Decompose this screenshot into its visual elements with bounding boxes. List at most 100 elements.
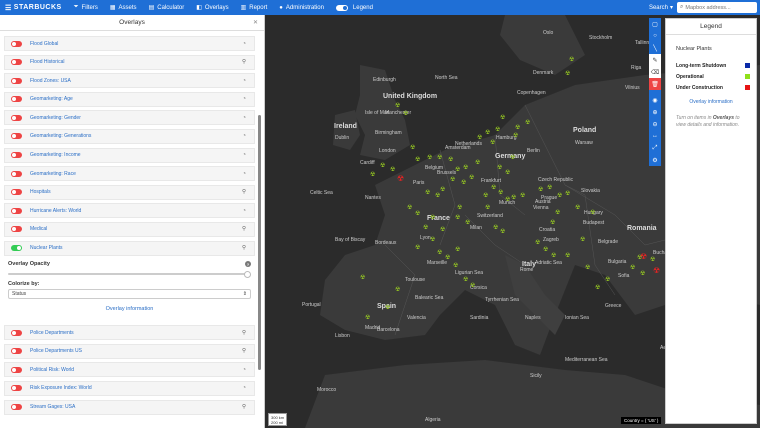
nuclear-plant-marker[interactable]: ☢ bbox=[580, 237, 585, 243]
nuclear-plant-marker[interactable]: ☢ bbox=[463, 277, 468, 283]
overlay-toggle[interactable] bbox=[11, 329, 22, 336]
search-dropdown[interactable]: Search ▾ bbox=[645, 4, 677, 12]
select-rect-tool[interactable]: ▢ bbox=[649, 18, 661, 30]
nuclear-plant-marker[interactable]: ☢ bbox=[513, 133, 518, 139]
nuclear-plant-construction-marker[interactable]: ☢ bbox=[653, 267, 660, 275]
nuclear-plant-marker[interactable]: ☢ bbox=[555, 210, 560, 216]
nav-filters[interactable]: ⏷ Filters bbox=[68, 0, 104, 15]
overlay-toggle[interactable] bbox=[11, 366, 22, 373]
nuclear-plant-marker[interactable]: ☢ bbox=[437, 155, 442, 161]
nuclear-plant-marker[interactable]: ☢ bbox=[427, 155, 432, 161]
nuclear-plant-marker[interactable]: ☢ bbox=[445, 255, 450, 261]
nuclear-plant-marker[interactable]: ☢ bbox=[365, 315, 370, 321]
colorize-select[interactable]: Status ⇕ bbox=[8, 289, 251, 300]
nuclear-plant-marker[interactable]: ☢ bbox=[557, 193, 562, 199]
overlay-row[interactable]: Political Risk: World ◔ bbox=[4, 362, 255, 378]
nuclear-plant-marker[interactable]: ☢ bbox=[465, 220, 470, 226]
nav-report[interactable]: ▥ Report bbox=[235, 0, 274, 15]
overlay-row[interactable]: Police Departments ⚲ bbox=[4, 325, 255, 341]
nuclear-plant-marker[interactable]: ☢ bbox=[415, 245, 420, 251]
pan-tool[interactable]: ↔ bbox=[649, 130, 661, 142]
nuclear-plant-marker[interactable]: ☢ bbox=[595, 285, 600, 291]
nuclear-plant-marker[interactable]: ☢ bbox=[395, 287, 400, 293]
nuclear-plant-marker[interactable]: ☢ bbox=[440, 187, 445, 193]
nuclear-plant-marker[interactable]: ☢ bbox=[565, 191, 570, 197]
overlay-label[interactable]: Flood Historical bbox=[30, 59, 64, 65]
overlay-toggle[interactable] bbox=[11, 96, 22, 103]
nuclear-plant-marker[interactable]: ☢ bbox=[457, 205, 462, 211]
nuclear-plant-marker[interactable]: ☢ bbox=[410, 145, 415, 151]
nav-calculator[interactable]: ▤ Calculator bbox=[143, 0, 191, 15]
nav-assets[interactable]: ▦ Assets bbox=[104, 0, 143, 15]
search-input[interactable] bbox=[685, 4, 756, 11]
nuclear-plant-marker[interactable]: ☢ bbox=[380, 163, 385, 169]
erase-tool[interactable]: ⌫ bbox=[649, 66, 661, 78]
overlay-row[interactable]: Flood Historical ⚲ bbox=[4, 54, 255, 70]
nuclear-plant-marker[interactable]: ☢ bbox=[520, 193, 525, 199]
nuclear-plant-marker[interactable]: ☢ bbox=[470, 283, 475, 289]
overlay-label[interactable]: Police Departments US bbox=[30, 348, 82, 354]
nuclear-plant-marker[interactable]: ☢ bbox=[640, 271, 645, 277]
overlay-label[interactable]: Risk Exposure Index: World bbox=[30, 385, 92, 391]
overlay-row[interactable]: Police Departments US ⚲ bbox=[4, 343, 255, 359]
overlay-toggle[interactable] bbox=[11, 40, 22, 47]
legend-switch[interactable] bbox=[335, 4, 348, 11]
nuclear-plant-marker[interactable]: ☢ bbox=[425, 190, 430, 196]
nuclear-plant-marker[interactable]: ☢ bbox=[463, 165, 468, 171]
overlay-toggle[interactable] bbox=[11, 152, 22, 159]
nuclear-plant-marker[interactable]: ☢ bbox=[450, 177, 455, 183]
overlays-scrollbar[interactable] bbox=[258, 115, 261, 370]
opacity-slider[interactable] bbox=[8, 270, 251, 278]
nuclear-plant-marker[interactable]: ☢ bbox=[630, 265, 635, 271]
zoom-in-tool[interactable]: ⊕ bbox=[649, 106, 661, 118]
overlay-toggle[interactable] bbox=[11, 189, 22, 196]
visibility-tool[interactable]: ◉ bbox=[649, 94, 661, 106]
search-field[interactable]: ⌕ bbox=[677, 2, 757, 13]
overlay-toggle[interactable] bbox=[11, 77, 22, 84]
nuclear-plant-marker[interactable]: ☢ bbox=[510, 155, 515, 161]
nuclear-plant-marker[interactable]: ☢ bbox=[360, 275, 365, 281]
overlay-toggle[interactable] bbox=[11, 207, 22, 214]
nuclear-plant-marker[interactable]: ☢ bbox=[511, 195, 516, 201]
overlay-toggle[interactable] bbox=[11, 114, 22, 121]
overlay-toggle[interactable] bbox=[11, 245, 22, 252]
overlay-label[interactable]: Geomarketing: Race bbox=[30, 171, 76, 177]
nuclear-plant-marker[interactable]: ☢ bbox=[455, 167, 460, 173]
nuclear-plant-marker[interactable]: ☢ bbox=[440, 227, 445, 233]
overlay-row[interactable]: Geomarketing: Generations ◔ bbox=[4, 128, 255, 144]
nuclear-plant-marker[interactable]: ☢ bbox=[565, 71, 570, 77]
overlay-toggle[interactable] bbox=[11, 385, 22, 392]
overlay-label[interactable]: Flood Global bbox=[30, 41, 58, 47]
overlay-row[interactable]: Risk Exposure Index: World ◔ bbox=[4, 380, 255, 396]
nuclear-plant-marker[interactable]: ☢ bbox=[498, 190, 503, 196]
select-circle-tool[interactable]: ○ bbox=[649, 30, 661, 42]
nuclear-plant-marker[interactable]: ☢ bbox=[430, 215, 435, 221]
overlay-toggle[interactable] bbox=[11, 170, 22, 177]
fullscreen-tool[interactable]: ⤢ bbox=[649, 142, 661, 154]
nuclear-plant-marker[interactable]: ☢ bbox=[575, 205, 580, 211]
nuclear-plant-marker[interactable]: ☢ bbox=[495, 127, 500, 133]
nuclear-plant-marker[interactable]: ☢ bbox=[543, 247, 548, 253]
overlay-row[interactable]: Stream Gages: USA ⚲ bbox=[4, 399, 255, 415]
nuclear-plant-marker[interactable]: ☢ bbox=[469, 175, 474, 181]
overlay-row[interactable]: Flood Global ◔ bbox=[4, 36, 255, 51]
nuclear-plant-construction-marker[interactable]: ☢ bbox=[640, 253, 647, 261]
nuclear-plant-marker[interactable]: ☢ bbox=[500, 115, 505, 121]
nuclear-plant-marker[interactable]: ☢ bbox=[538, 187, 543, 193]
overlay-row[interactable]: Geomarketing: Gender ◔ bbox=[4, 110, 255, 126]
close-icon[interactable]: ✕ bbox=[253, 19, 258, 26]
slider-handle[interactable] bbox=[244, 270, 251, 278]
legend-toggle[interactable]: Legend bbox=[330, 0, 379, 15]
overlay-label[interactable]: Geomarketing: Income bbox=[30, 152, 81, 158]
nuclear-plant-marker[interactable]: ☢ bbox=[605, 277, 610, 283]
nav-administration[interactable]: ● Administration bbox=[273, 0, 330, 15]
nuclear-plant-marker[interactable]: ☢ bbox=[500, 229, 505, 235]
nuclear-plant-marker[interactable]: ☢ bbox=[485, 130, 490, 136]
overlay-row[interactable]: Geomarketing: Income ◔ bbox=[4, 147, 255, 163]
nuclear-plant-marker[interactable]: ☢ bbox=[569, 57, 574, 63]
nuclear-plant-marker[interactable]: ☢ bbox=[395, 103, 400, 109]
nuclear-plant-marker[interactable]: ☢ bbox=[493, 225, 498, 231]
nuclear-plant-marker[interactable]: ☢ bbox=[403, 111, 408, 117]
nuclear-plant-marker[interactable]: ☢ bbox=[453, 263, 458, 269]
overlay-toggle[interactable] bbox=[11, 226, 22, 233]
